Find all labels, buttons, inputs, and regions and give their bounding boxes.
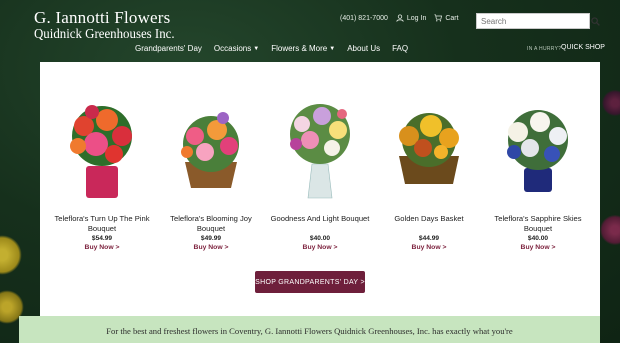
product-price: $44.99 xyxy=(418,235,440,242)
product-price: $54.99 xyxy=(91,235,113,242)
intro-text: For the best and freshest flowers in Cov… xyxy=(19,316,600,343)
main-nav: Grandparents' Day Occasions ▼ Flowers & M… xyxy=(135,44,420,53)
nav-label: FAQ xyxy=(392,44,409,53)
product-price: $49.99 xyxy=(200,235,222,242)
product-price: $40.00 xyxy=(527,235,549,242)
search-icon[interactable] xyxy=(591,14,600,28)
product-image-turn-up-the-pink[interactable] xyxy=(52,96,152,200)
hurry-label: IN A HURRY? xyxy=(527,46,562,52)
utility-bar: (401) 821-7000 Log In Cart xyxy=(340,14,459,22)
caret-down-icon: ▼ xyxy=(253,45,260,52)
buy-now-link[interactable]: Buy Now > xyxy=(303,244,338,251)
product-name[interactable]: Golden Days Basket xyxy=(394,214,463,234)
phone-link[interactable]: (401) 821-7000 xyxy=(340,15,388,22)
shop-grandparents-day-button[interactable]: SHOP GRANDPARENTS' DAY > xyxy=(255,271,365,293)
product-image-sapphire-skies[interactable] xyxy=(488,96,588,200)
product-price: $40.00 xyxy=(309,235,331,242)
site-logo[interactable]: G. Iannotti Flowers Quidnick Greenhouses… xyxy=(34,9,187,43)
product-card[interactable]: Goodness And Light Bouquet $40.00 Buy No… xyxy=(268,96,372,251)
logo-line-2: Quidnick Greenhouses Inc. xyxy=(34,27,175,42)
product-image-goodness-and-light[interactable] xyxy=(270,96,370,200)
login-label: Log In xyxy=(406,14,427,22)
logo-line-1: G. Iannotti Flowers xyxy=(34,8,171,27)
cart-icon xyxy=(434,14,443,22)
product-name[interactable]: Teleflora's Turn Up The Pink Bouquet xyxy=(50,214,154,234)
search-input[interactable] xyxy=(477,14,591,28)
quick-shop-link[interactable]: QUICK SHOP xyxy=(561,44,605,51)
buy-now-link[interactable]: Buy Now > xyxy=(521,244,556,251)
nav-label: Grandparents' Day xyxy=(135,44,202,53)
nav-label: Occasions xyxy=(213,44,252,53)
product-image-blooming-joy[interactable] xyxy=(161,96,261,200)
product-card[interactable]: Teleflora's Blooming Joy Bouquet $49.99 … xyxy=(159,96,263,251)
nav-item-grandparents-day[interactable]: Grandparents' Day xyxy=(135,44,202,53)
cart-label: Cart xyxy=(445,14,459,22)
nav-label: About Us xyxy=(347,44,381,53)
product-card[interactable]: Golden Days Basket $44.99 Buy Now > xyxy=(377,96,481,251)
background-flower-right-top xyxy=(602,90,620,116)
cart-link[interactable]: Cart xyxy=(434,14,459,22)
login-link[interactable]: Log In xyxy=(396,14,426,22)
search-box xyxy=(476,13,600,29)
product-name[interactable]: Teleflora's Sapphire Skies Bouquet xyxy=(486,214,590,234)
product-card[interactable]: Teleflora's Sapphire Skies Bouquet $40.0… xyxy=(486,96,590,251)
nav-item-about-us[interactable]: About Us xyxy=(347,44,380,53)
nav-item-occasions[interactable]: Occasions ▼ xyxy=(214,44,259,53)
product-image-golden-days[interactable] xyxy=(379,96,479,200)
product-name[interactable]: Teleflora's Blooming Joy Bouquet xyxy=(159,214,263,234)
product-list: Teleflora's Turn Up The Pink Bouquet $54… xyxy=(50,96,590,251)
buy-now-link[interactable]: Buy Now > xyxy=(412,244,447,251)
nav-item-flowers-more[interactable]: Flowers & More ▼ xyxy=(271,44,335,53)
product-name[interactable]: Goodness And Light Bouquet xyxy=(271,214,370,234)
user-icon xyxy=(396,14,404,22)
caret-down-icon: ▼ xyxy=(329,45,336,52)
nav-label: Flowers & More xyxy=(271,44,328,53)
background-flower-right xyxy=(600,215,620,245)
background-flower-left xyxy=(0,235,22,275)
product-card[interactable]: Teleflora's Turn Up The Pink Bouquet $54… xyxy=(50,96,154,251)
featured-products-panel: Teleflora's Turn Up The Pink Bouquet $54… xyxy=(40,62,600,316)
nav-item-faq[interactable]: FAQ xyxy=(392,44,408,53)
site-header: G. Iannotti Flowers Quidnick Greenhouses… xyxy=(0,0,620,62)
buy-now-link[interactable]: Buy Now > xyxy=(85,244,120,251)
buy-now-link[interactable]: Buy Now > xyxy=(194,244,229,251)
